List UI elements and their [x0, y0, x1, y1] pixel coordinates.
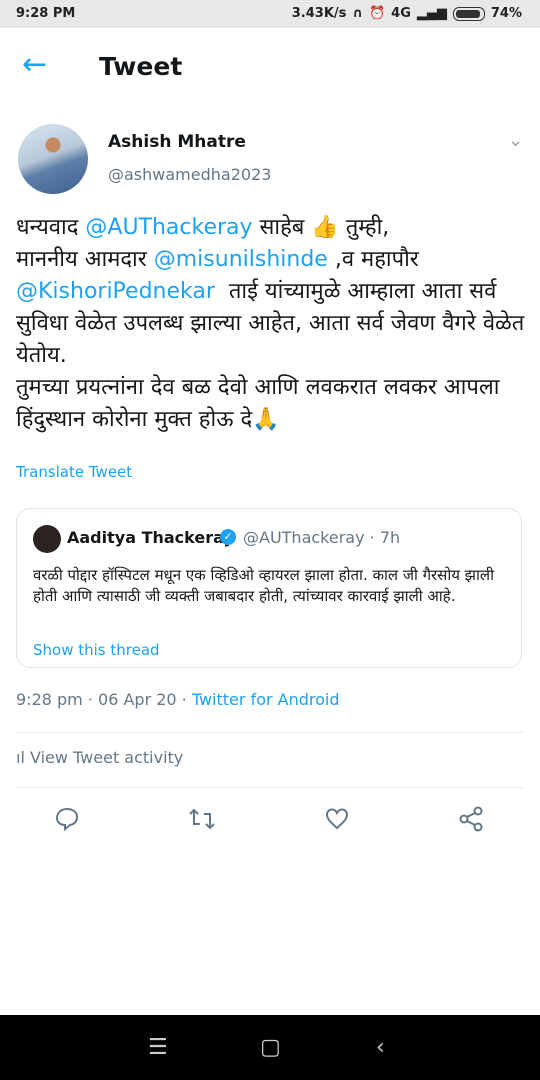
app-header: ← Tweet [0, 28, 540, 108]
mention-link[interactable]: @AUThackeray [85, 215, 252, 240]
show-thread-link[interactable]: Show this thread [33, 641, 160, 659]
status-bar: 9:28 PM 3.43K/s ∩ ⏰ 4G ▂▄▆ 74% [0, 0, 540, 28]
quoted-author-name: Aaditya Thackeray [67, 528, 234, 547]
quoted-author-meta: @AUThackeray · 7h [243, 528, 401, 547]
verified-icon: ✓ [220, 529, 236, 545]
arrow-left-icon[interactable]: ← [22, 50, 47, 80]
avatar[interactable] [18, 124, 88, 194]
alarm-icon: ⏰ [368, 6, 386, 21]
avatar [33, 525, 61, 553]
tweet-text-segment: धन्यवाद [16, 215, 86, 240]
tweet-meta: 9:28 pm · 06 Apr 20 · Twitter for Androi… [16, 690, 340, 709]
status-indicators: 3.43K/s ∩ ⏰ 4G ▂▄▆ 74% [292, 6, 522, 21]
mention-link[interactable]: @KishoriPednekar [16, 279, 215, 304]
author-handle[interactable]: @ashwamedha2023 [108, 165, 271, 184]
author-name[interactable]: Ashish Mhatre [108, 132, 246, 152]
activity-icon: ıl [16, 748, 25, 767]
quoted-text: वरळी पोद्दार हॉस्पिटल मधून एक व्हिडिओ व्… [33, 566, 494, 605]
status-time: 9:28 PM [16, 6, 76, 21]
activity-label: View Tweet activity [29, 748, 184, 767]
quoted-tweet[interactable]: Aaditya Thackeray ✓ @AUThackeray · 7h वर… [16, 508, 522, 668]
battery-level: 74% [490, 6, 522, 21]
reply-icon[interactable] [54, 806, 80, 838]
battery-icon [452, 6, 485, 21]
signal-icon: ▂▄▆ [416, 6, 447, 21]
system-nav-bar: ☰ ▢ ‹ [0, 1015, 540, 1080]
tweet-actions [0, 800, 540, 844]
home-icon[interactable]: ▢ [260, 1035, 281, 1060]
translate-tweet-link[interactable]: Translate Tweet [16, 463, 132, 481]
page-title: Tweet [99, 52, 183, 81]
divider [16, 732, 524, 733]
heart-icon[interactable] [324, 806, 350, 838]
menu-icon[interactable]: ☰ [148, 1035, 168, 1060]
tweet-source[interactable]: Twitter for Android [192, 690, 340, 709]
mention-link[interactable]: @misunilshinde [154, 247, 328, 272]
network-speed: 3.43K/s [291, 6, 347, 21]
share-icon[interactable] [458, 806, 484, 838]
chevron-down-icon[interactable]: ⌄ [508, 130, 523, 151]
tweet-text-segment: ,व महापौर [334, 247, 419, 272]
back-icon[interactable]: ‹ [376, 1035, 385, 1060]
network-type: 4G [391, 6, 411, 21]
view-activity-button[interactable]: ıl View Tweet activity [16, 748, 183, 767]
tweet-timestamp: 9:28 pm · 06 Apr 20 · [16, 690, 192, 709]
headphone-icon: ∩ [352, 6, 363, 21]
divider [16, 787, 524, 788]
retweet-icon[interactable] [188, 806, 216, 838]
tweet-text: धन्यवाद @AUThackeray साहेब 👍 तुम्ही, मान… [16, 212, 526, 436]
